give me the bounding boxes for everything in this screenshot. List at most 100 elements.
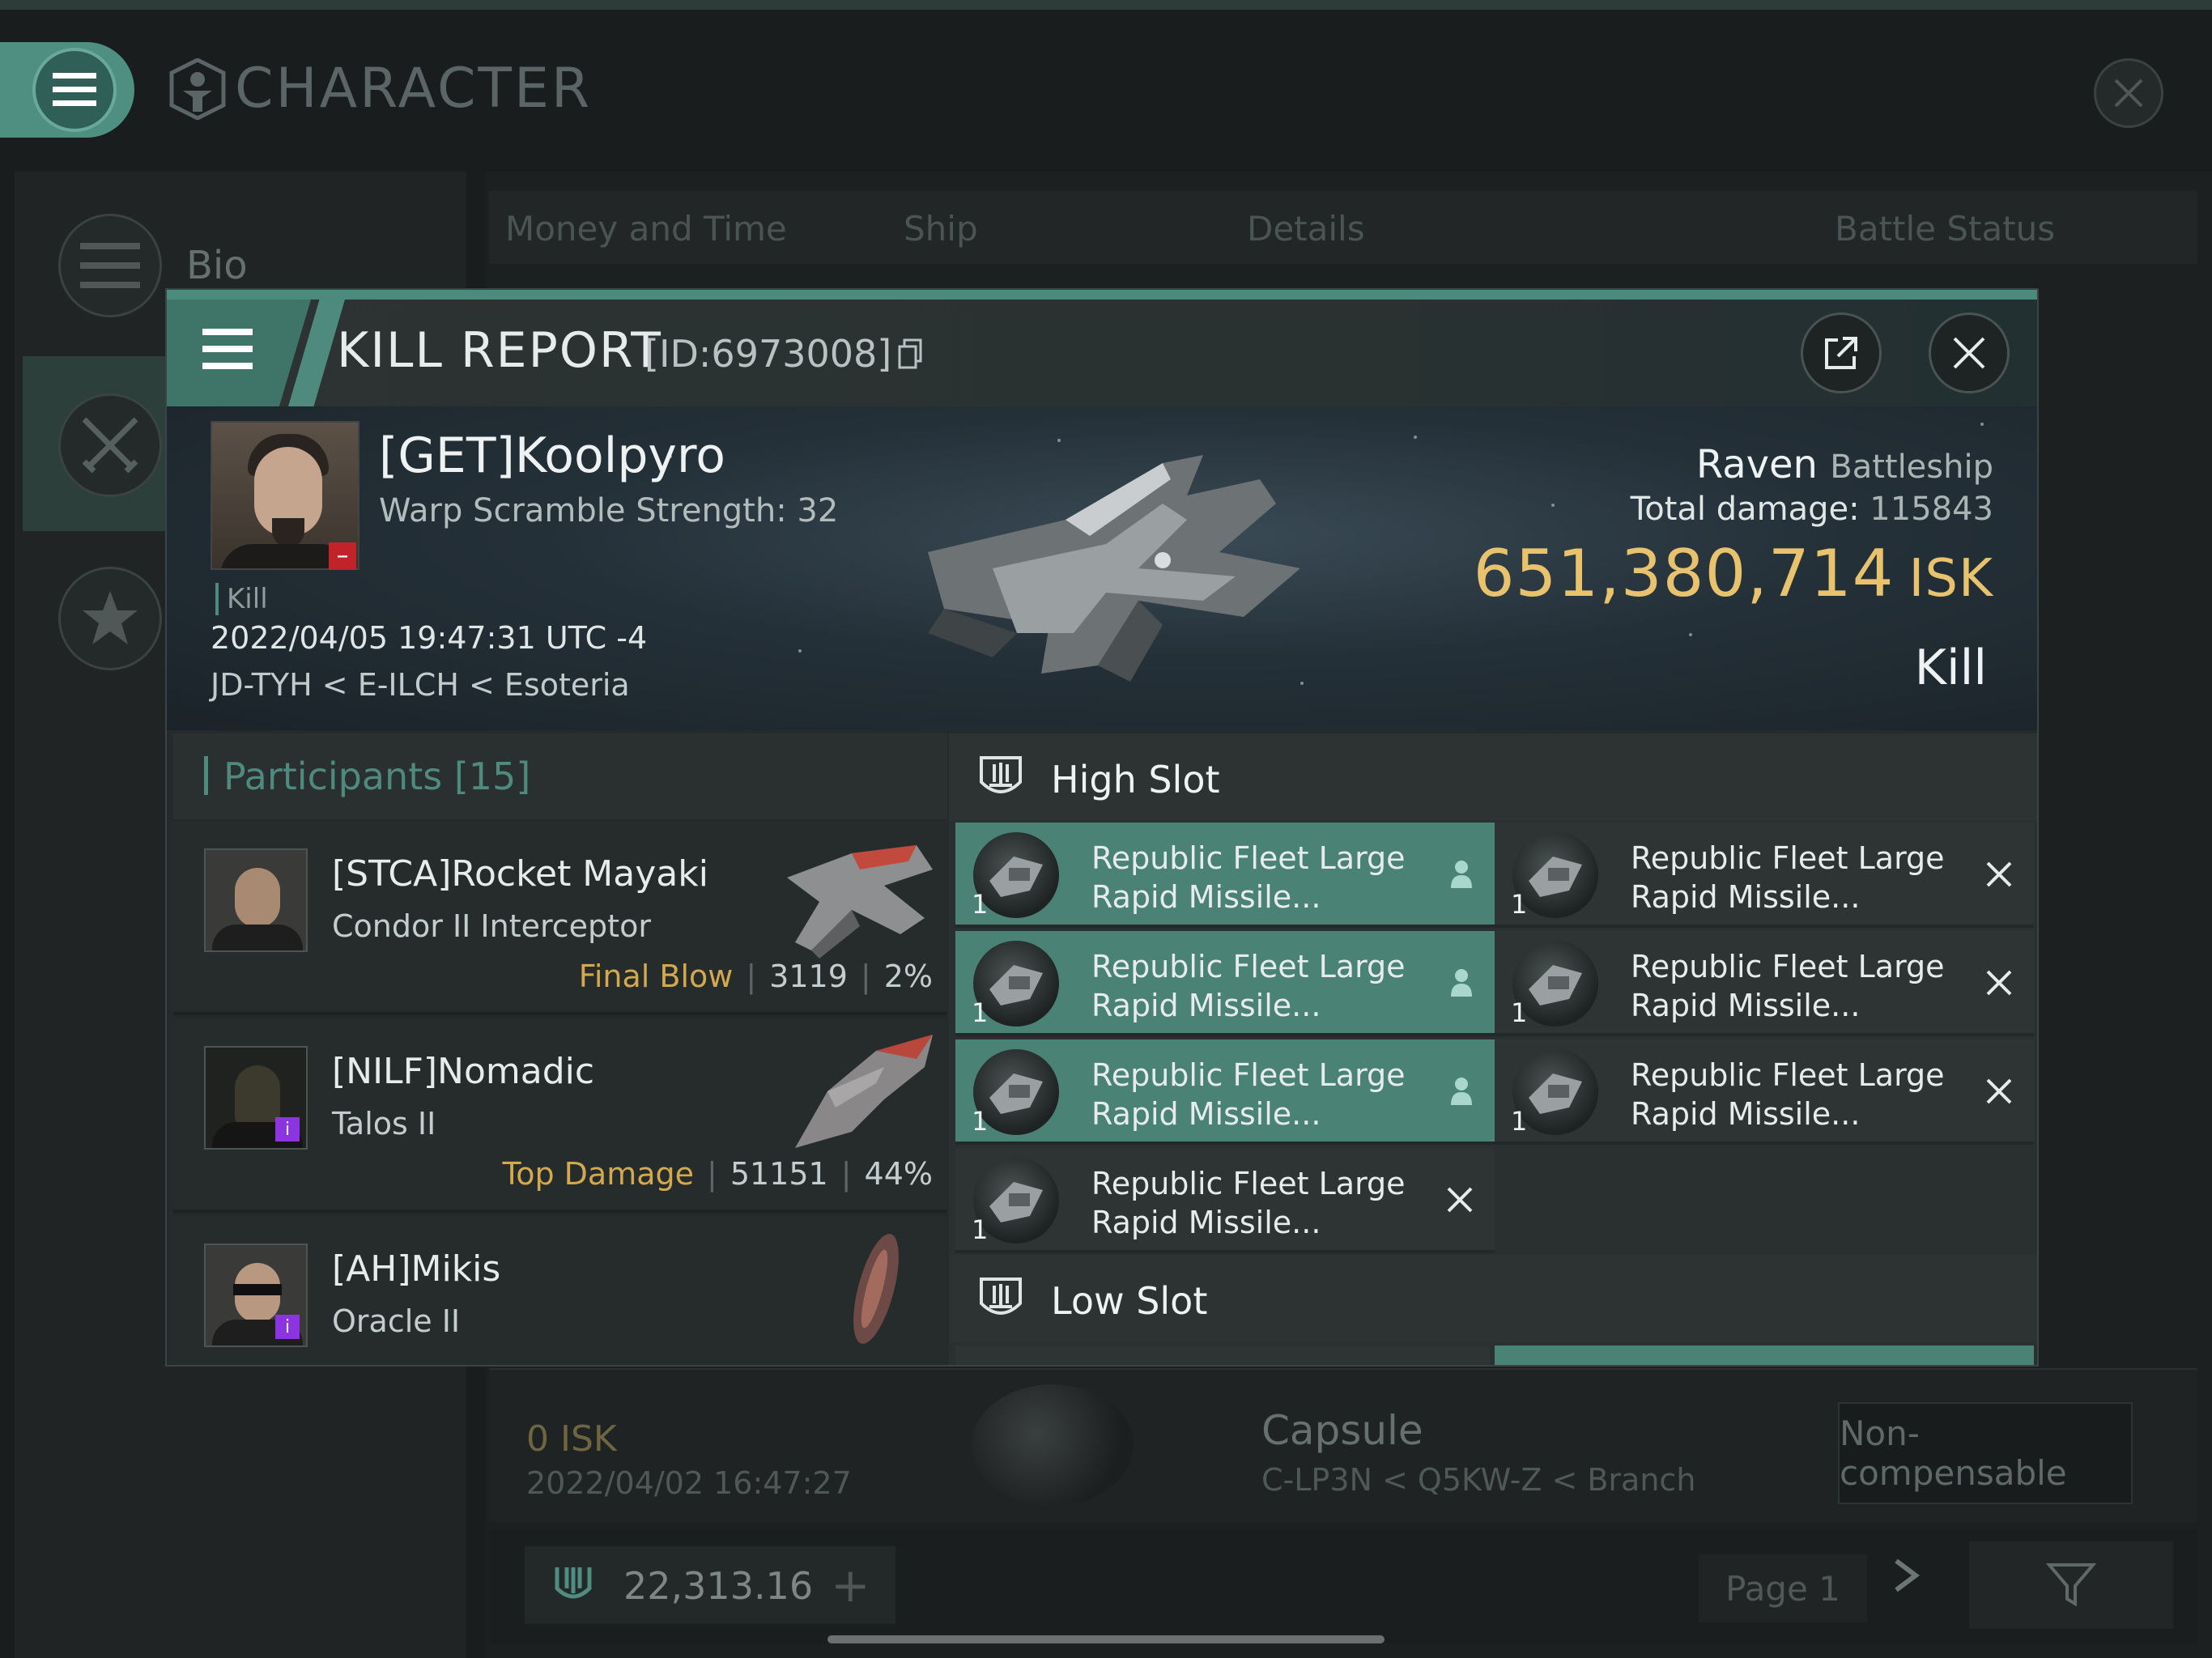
module-name-line2: Rapid Missile... <box>1631 879 1861 915</box>
participants-title: Participants [15] <box>223 755 530 798</box>
isk-unit: ISK <box>1908 549 1993 609</box>
module-quantity: 1 <box>972 1106 989 1137</box>
total-damage-label: Total damage: <box>1630 491 1860 528</box>
tab-ship[interactable]: Ship <box>904 209 978 249</box>
participant-portrait[interactable] <box>204 848 308 952</box>
destroyed-icon <box>1985 1073 2013 1113</box>
main-menu-button[interactable] <box>0 42 134 138</box>
kill-location[interactable]: JD-TYH < E-ILCH < Esoteria <box>211 667 630 703</box>
participant-ship: Talos II <box>332 1106 436 1141</box>
page-indicator: Page 1 <box>1699 1554 1867 1622</box>
sidebar-item-bio[interactable] <box>58 214 162 317</box>
chevron-right-icon <box>1895 1558 1920 1592</box>
module-item[interactable]: 1 Republic Fleet Large Rapid Missile... <box>955 1039 1495 1145</box>
window-close-button[interactable] <box>2094 58 2163 128</box>
module-quantity: 1 <box>972 889 989 920</box>
module-item-partial[interactable] <box>1495 1346 2034 1365</box>
module-quantity: 1 <box>1511 997 1528 1028</box>
close-icon <box>2114 79 2143 108</box>
module-quantity: 1 <box>972 1214 989 1245</box>
kill-datetime: 2022/04/05 19:47:31 UTC -4 <box>211 620 648 656</box>
module-name-line2: Rapid Missile... <box>1631 1096 1861 1132</box>
close-icon <box>1953 337 1985 369</box>
next-page-button[interactable] <box>1891 1553 1921 1604</box>
sidebar-item-killmails[interactable] <box>58 393 162 497</box>
victim-ship-class: Battleship <box>1830 449 1993 486</box>
add-funds-button[interactable]: + <box>831 1558 870 1613</box>
module-quantity: 1 <box>972 997 989 1028</box>
wallet-icon <box>554 1564 593 1615</box>
copy-icon[interactable] <box>898 338 922 369</box>
module-name: Republic Fleet Large Rapid Missile... <box>1091 947 1431 1025</box>
module-name-line1: Republic Fleet Large <box>1091 840 1406 876</box>
dialog-top-accent <box>167 290 2037 300</box>
module-quantity: 1 <box>1511 1106 1528 1137</box>
module-name-line1: Republic Fleet Large <box>1631 1057 1945 1093</box>
module-name-line2: Rapid Missile... <box>1091 1096 1321 1132</box>
low-slot-title: Low Slot <box>1051 1279 1208 1323</box>
report-type: Kill <box>215 583 268 615</box>
victim-summary: – [GET]Koolpyro Warp Scramble Strength: … <box>167 406 2037 730</box>
module-item[interactable]: 1 Republic Fleet Large Rapid Missile... <box>955 823 1495 928</box>
module-name: Republic Fleet Large Rapid Missile... <box>1631 1056 1971 1133</box>
warp-scramble-strength: Warp Scramble Strength: 32 <box>379 492 839 529</box>
stat-separator: | <box>746 959 757 994</box>
participant-row[interactable]: i [NILF]Nomadic Talos II Top Damage | 51… <box>173 1018 947 1213</box>
kill-id-text: [ID:6973008] <box>644 332 892 376</box>
module-item[interactable]: 1 Republic Fleet Large Rapid Missile... <box>1495 931 2034 1036</box>
module-name-line1: Republic Fleet Large <box>1631 949 1945 984</box>
participant-name: [NILF]Nomadic <box>332 1051 595 1092</box>
dialog-close-button[interactable] <box>1929 312 2010 393</box>
participant-ship-image <box>795 1035 933 1148</box>
victim-ship[interactable]: Raven Battleship <box>1696 442 1993 487</box>
stat-separator: | <box>707 1156 717 1192</box>
module-name: Republic Fleet Large Rapid Missile... <box>1091 1164 1431 1242</box>
kill-id[interactable]: [ID:6973008] <box>644 332 922 376</box>
participant-ship: Oracle II <box>332 1303 461 1339</box>
hostile-standing-icon: – <box>329 542 356 570</box>
participant-name: [STCA]Rocket Mayaki <box>332 853 708 895</box>
capsule-ship-image <box>972 1384 1134 1506</box>
module-name: Republic Fleet Large Rapid Missile... <box>1091 839 1431 916</box>
status-badge: Non-compensable <box>1838 1402 2133 1504</box>
tab-money-and-time[interactable]: Money and Time <box>505 209 787 249</box>
module-name-line1: Republic Fleet Large <box>1091 949 1406 984</box>
module-name-line2: Rapid Missile... <box>1091 1205 1321 1240</box>
character-icon <box>169 57 226 120</box>
tab-battle-status[interactable]: Battle Status <box>1835 209 2055 249</box>
module-item-partial[interactable] <box>955 1346 1490 1365</box>
high-slot-title: High Slot <box>1051 758 1220 801</box>
top-accent-line <box>0 0 2212 10</box>
share-button[interactable] <box>1801 312 1882 393</box>
victim-name[interactable]: [GET]Koolpyro <box>379 427 725 484</box>
participants-panel: Participants [15] [STCA]Rocket Mayaki Co… <box>173 733 947 1365</box>
participant-standing-icon: i <box>275 1315 300 1339</box>
participant-row[interactable]: i [AH]Mikis Oracle II <box>173 1216 947 1365</box>
participant-ship-image <box>787 845 933 959</box>
crossed-swords-icon <box>82 417 138 474</box>
stat-separator: | <box>860 959 871 994</box>
filter-button[interactable] <box>1969 1541 2173 1629</box>
sidebar-item-standings[interactable] <box>58 567 162 670</box>
participant-stats: Top Damage | 51151 | 44% <box>502 1156 933 1192</box>
participant-standing-icon: i <box>275 1117 300 1141</box>
participant-tag: Final Blow <box>578 959 734 994</box>
module-item[interactable]: 1 Republic Fleet Large Rapid Missile... <box>955 1148 1495 1253</box>
module-item[interactable]: 1 Republic Fleet Large Rapid Missile... <box>955 931 1495 1036</box>
participants-header-accent <box>204 756 208 795</box>
participant-row[interactable]: [STCA]Rocket Mayaki Condor II Intercepto… <box>173 821 947 1015</box>
module-item[interactable]: 1 Republic Fleet Large Rapid Missile... <box>1495 1039 2034 1145</box>
list-icon <box>80 243 140 288</box>
participant-damage: 51151 <box>730 1156 828 1192</box>
high-slot-header: High Slot <box>949 733 2037 821</box>
module-quantity: 1 <box>1511 889 1528 920</box>
module-name-line1: Republic Fleet Large <box>1091 1166 1406 1201</box>
star-icon <box>83 591 138 644</box>
victim-ship-image[interactable] <box>895 431 1333 698</box>
row-date: 2022/04/02 16:47:27 <box>526 1465 852 1501</box>
participant-damage: 3119 <box>769 959 848 994</box>
module-item[interactable]: 1 Republic Fleet Large Rapid Missile... <box>1495 823 2034 928</box>
external-link-icon <box>1825 337 1857 369</box>
stat-separator: | <box>840 1156 852 1192</box>
tab-details[interactable]: Details <box>1247 209 1365 249</box>
